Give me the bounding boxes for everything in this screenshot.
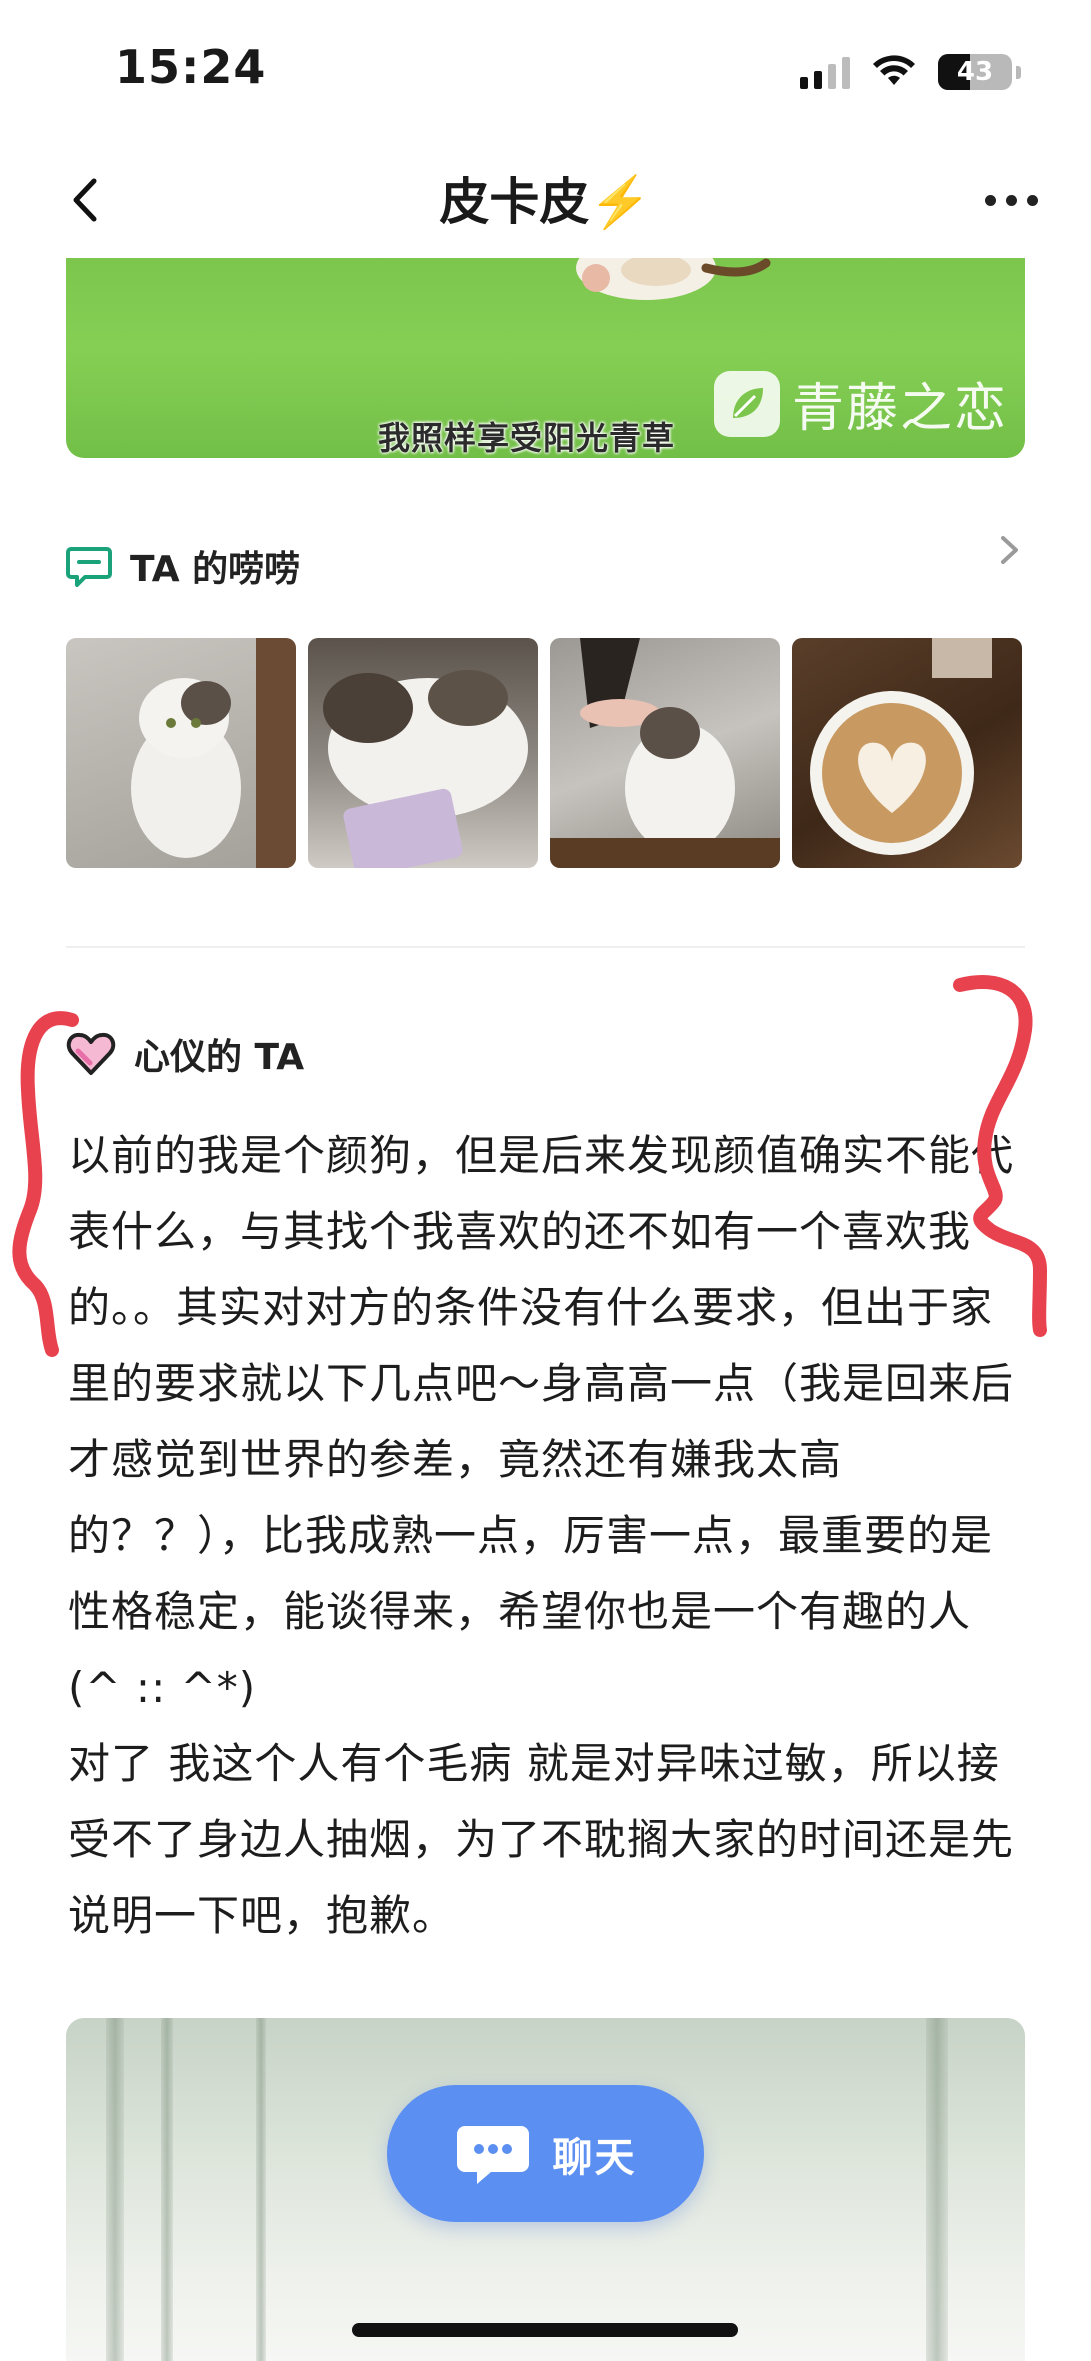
banner-image[interactable]: 我照样享受阳光青草 青藤之恋	[66, 258, 1025, 458]
more-button[interactable]	[971, 165, 1051, 235]
chat-button[interactable]: 聊天	[387, 2085, 704, 2222]
cat-photo-1[interactable]	[66, 638, 296, 868]
cat-photo-2[interactable]	[308, 638, 538, 868]
posts-section-header[interactable]: TA 的唠唠	[66, 540, 300, 592]
posts-section-title: TA 的唠唠	[130, 549, 301, 590]
ideal-section-header: 心仪的 TA	[66, 1028, 304, 1080]
battery-icon: 43	[938, 54, 1012, 90]
profile-page: 15:24 43 皮卡皮⚡️ 我照样享受阳光青草 青藤之恋 TA 的唠唠 心仪的…	[0, 0, 1091, 2361]
watermark-text: 青藤之恋	[792, 379, 1009, 439]
status-icons: 43	[800, 52, 1021, 92]
bamboo-stalk	[256, 2018, 266, 2361]
leaf-icon	[714, 370, 780, 437]
battery-percent: 43	[956, 57, 994, 87]
sheep-cartoon	[576, 258, 771, 300]
watermark-logo: 青藤之恋	[714, 366, 1008, 441]
battery-cap	[1016, 65, 1021, 79]
heart-icon	[66, 1032, 116, 1075]
cat-photo-3[interactable]	[550, 638, 780, 868]
latte-photo[interactable]	[792, 638, 1022, 868]
cellular-signal-icon	[800, 55, 850, 89]
ideal-section-title: 心仪的 TA	[134, 1037, 305, 1078]
bamboo-stalk	[106, 2018, 124, 2361]
more-dot	[1005, 194, 1017, 206]
home-indicator[interactable]	[352, 2323, 738, 2337]
nav-bar: 皮卡皮⚡️	[0, 140, 1091, 260]
photo-grid	[66, 638, 1025, 868]
bamboo-stalk	[161, 2018, 173, 2361]
status-bar: 15:24 43	[0, 0, 1091, 140]
chat-button-label: 聊天	[552, 2134, 637, 2181]
status-time: 15:24	[115, 40, 267, 94]
more-dot	[984, 194, 996, 206]
ideal-description: 以前的我是个颜狗，但是后来发现颜值确实不能代表什么，与其找个我喜欢的还不如有一个…	[68, 1118, 1028, 1954]
banner-caption: 我照样享受阳光青草	[378, 419, 676, 457]
message-bubble-icon	[66, 547, 112, 587]
page-title: 皮卡皮⚡️	[439, 173, 652, 231]
description-paragraph: 对了 我这个人有个毛病 就是对异味过敏，所以接受不了身边人抽烟，为了不耽搁大家的…	[68, 1739, 1015, 1940]
chat-bubble-icon	[456, 2125, 529, 2184]
bamboo-stalk	[926, 2018, 948, 2361]
chevron-right-icon[interactable]	[989, 530, 1029, 570]
wifi-icon	[873, 55, 915, 85]
section-divider	[66, 946, 1025, 948]
description-paragraph: 以前的我是个颜狗，但是后来发现颜值确实不能代表什么，与其找个我喜欢的还不如有一个…	[68, 1131, 1015, 1712]
more-dot	[1026, 194, 1038, 206]
